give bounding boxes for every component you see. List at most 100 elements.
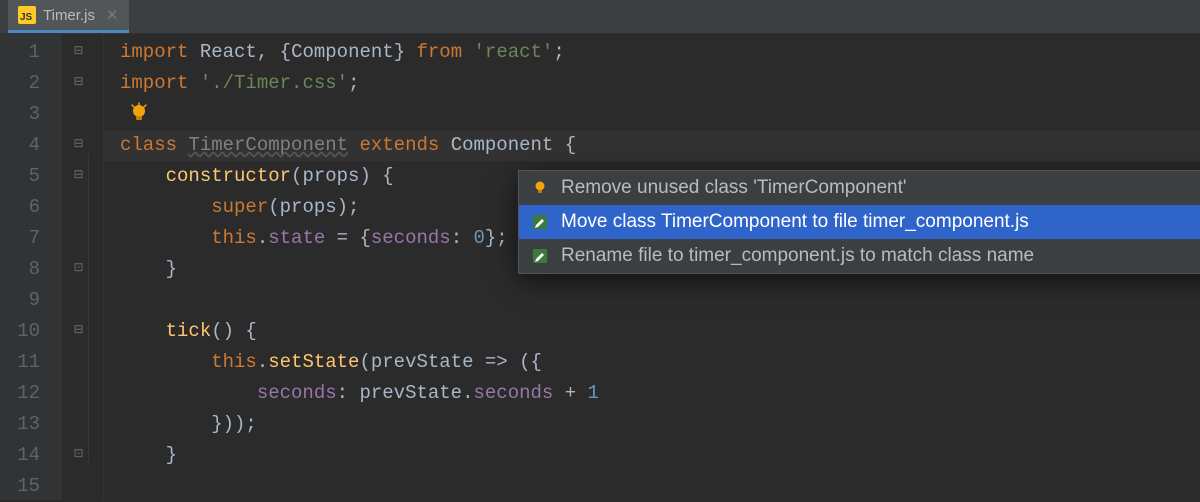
punct: ( [291, 165, 302, 187]
intention-action-move-class[interactable]: Move class TimerComponent to file timer_… [519, 205, 1200, 239]
punct: . [257, 351, 268, 373]
string: './Timer.css' [200, 72, 348, 94]
line-number: 5 [0, 161, 62, 192]
code-line[interactable]: import React, {Component} from 'react'; [104, 37, 1200, 68]
punct: ; [348, 72, 359, 94]
punct: } [166, 258, 177, 280]
bulb-icon [531, 179, 549, 197]
intention-action-rename-file[interactable]: Rename file to timer_component.js to mat… [519, 239, 1200, 273]
punct: . [257, 227, 268, 249]
identifier: props [280, 196, 337, 218]
property: seconds [257, 382, 337, 404]
fold-open-icon[interactable]: ⊟ [72, 137, 85, 150]
code-editor[interactable]: import React, {Component} from 'react'; … [104, 34, 1200, 500]
identifier: Component [451, 134, 565, 156]
fold-open-icon[interactable]: ⊟ [72, 323, 85, 336]
code-line[interactable]: this.setState(prevState => ({ [104, 347, 1200, 378]
identifier: prevState [371, 351, 474, 373]
keyword: this [211, 227, 257, 249]
line-number: 13 [0, 409, 62, 440]
punct: : [451, 227, 474, 249]
code-line[interactable]: } [104, 440, 1200, 471]
line-number: 12 [0, 378, 62, 409]
property: seconds [474, 382, 554, 404]
line-number: 10 [0, 316, 62, 347]
string: 'react' [474, 41, 554, 63]
intention-action-remove-unused[interactable]: Remove unused class 'TimerComponent' ▶ [519, 171, 1200, 205]
punct: ) { [359, 165, 393, 187]
line-number: 15 [0, 471, 62, 502]
punct: => ({ [473, 351, 541, 373]
punct: } [394, 41, 417, 63]
code-line[interactable] [104, 99, 1200, 130]
line-number: 9 [0, 285, 62, 316]
line-number: 14 [0, 440, 62, 471]
punct: = { [325, 227, 371, 249]
punct: ); [337, 196, 360, 218]
keyword: this [211, 351, 257, 373]
keyword: from [417, 41, 474, 63]
code-line[interactable]: import './Timer.css'; [104, 68, 1200, 99]
punct: . [462, 382, 473, 404]
identifier: React [200, 41, 257, 63]
intention-label: Rename file to timer_component.js to mat… [561, 245, 1200, 267]
fold-gutter: ⊟ ⊟ ⊟ ⊟ ⊡ ⊟ ⊡ [62, 34, 104, 500]
code-line[interactable] [104, 471, 1200, 502]
punct: { [565, 134, 576, 156]
punct: ( [359, 351, 370, 373]
line-number: 7 [0, 223, 62, 254]
tab-filename: Timer.js [43, 7, 95, 24]
function-name: constructor [166, 165, 291, 187]
code-line[interactable]: seconds: prevState.seconds + 1 [104, 378, 1200, 409]
editor: 1 2 3 4 5 6 7 8 9 10 11 12 13 14 15 ⊟ ⊟ … [0, 34, 1200, 500]
code-line[interactable]: tick() { [104, 316, 1200, 347]
punct: }; [485, 227, 508, 249]
identifier: props [302, 165, 359, 187]
line-number: 11 [0, 347, 62, 378]
property: state [268, 227, 325, 249]
punct: })); [211, 413, 257, 435]
line-number: 6 [0, 192, 62, 223]
number: 1 [588, 382, 599, 404]
pencil-icon [531, 213, 549, 231]
fold-open-icon[interactable]: ⊟ [72, 75, 85, 88]
line-number: 3 [0, 99, 62, 130]
punct: : [337, 382, 360, 404]
identifier: Component [291, 41, 394, 63]
fold-open-icon[interactable]: ⊟ [72, 168, 85, 181]
function-name: setState [268, 351, 359, 373]
fold-open-icon[interactable]: ⊟ [72, 44, 85, 57]
line-number: 4 [0, 130, 62, 161]
keyword: class [120, 134, 188, 156]
intention-bulb-icon[interactable] [128, 102, 150, 124]
punct: ( [268, 196, 279, 218]
close-icon[interactable]: ✕ [102, 6, 119, 24]
keyword: super [211, 196, 268, 218]
tab-bar-spacer [0, 0, 8, 33]
intention-label: Remove unused class 'TimerComponent' [561, 177, 1200, 199]
file-tab[interactable]: JS Timer.js ✕ [8, 0, 129, 33]
keyword: import [120, 41, 188, 63]
keyword: extends [348, 134, 451, 156]
line-number: 2 [0, 68, 62, 99]
punct: } [166, 444, 177, 466]
code-line[interactable]: })); [104, 409, 1200, 440]
punct: , { [257, 41, 291, 63]
intention-popup: Remove unused class 'TimerComponent' ▶ M… [518, 170, 1200, 274]
number: 0 [474, 227, 485, 249]
function-name: tick [166, 320, 212, 342]
class-name: TimerComponent [188, 134, 348, 156]
property: seconds [371, 227, 451, 249]
code-line[interactable] [104, 285, 1200, 316]
code-line[interactable]: class TimerComponent extends Component { [104, 130, 1200, 161]
pencil-icon [531, 247, 549, 265]
line-number: 1 [0, 37, 62, 68]
fold-close-icon[interactable]: ⊡ [72, 261, 85, 274]
intention-label: Move class TimerComponent to file timer_… [561, 211, 1200, 233]
tab-bar: JS Timer.js ✕ [0, 0, 1200, 34]
line-number: 8 [0, 254, 62, 285]
js-file-icon: JS [18, 6, 36, 24]
fold-close-icon[interactable]: ⊡ [72, 447, 85, 460]
punct: ; [553, 41, 564, 63]
keyword: import [120, 72, 200, 94]
